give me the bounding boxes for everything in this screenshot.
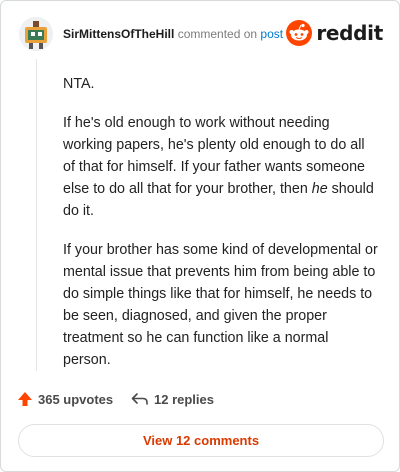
comment-line: treatment so he can function like a norm… (63, 330, 329, 346)
comment-paragraph: NTA. (63, 73, 383, 95)
user-avatar[interactable] (19, 17, 53, 51)
comment-line: person. (63, 352, 111, 368)
thread-line[interactable] (36, 59, 37, 371)
comment-line-with-emphasis: else to do all that for your brother, th… (63, 178, 383, 200)
reddit-logo[interactable]: reddit (286, 19, 383, 47)
reddit-snoo-icon (286, 20, 313, 46)
comment-line: If your brother has some kind of develop… (63, 242, 378, 258)
comment-line: NTA. (63, 76, 95, 92)
comment-line: do it. (63, 203, 94, 219)
reply-arrow-icon (131, 393, 148, 405)
upvote-button[interactable]: 365 upvotes (17, 387, 113, 411)
comment-line: If he's old enough to work without needi… (63, 115, 330, 131)
comment-line: of that for himself. If your father want… (63, 159, 365, 175)
comment-line-text: else to do all that for your brother, th… (63, 181, 312, 197)
replies-button[interactable]: 12 replies (131, 387, 214, 411)
comment-footer: 365 upvotes 12 replies (17, 387, 383, 411)
emphasis-text: he (311, 181, 328, 197)
comment-line: be seen, diagnosed, and given the proper (63, 308, 327, 324)
username-link[interactable]: SirMittensOfTheHill (63, 27, 174, 41)
reply-count: 12 replies (154, 391, 214, 407)
upvote-count: 365 upvotes (38, 391, 114, 407)
comment-byline: SirMittensOfTheHill commented on post (63, 27, 283, 41)
comment-paragraph: If your brother has some kind of develop… (63, 239, 383, 371)
comment-paragraph: If he's old enough to work without needi… (63, 112, 383, 222)
reddit-wordmark: reddit (316, 21, 383, 45)
upvote-arrow-icon (18, 392, 32, 406)
comment-line: mental issue that prevents him from bein… (63, 264, 376, 280)
comment-header: SirMittensOfTheHill commented on post re… (17, 17, 383, 53)
comment-line-tail: should (327, 181, 374, 197)
comment-card: SirMittensOfTheHill commented on post re… (0, 0, 400, 472)
comment-body: NTA. If he's old enough to work without … (63, 73, 383, 388)
avatar-icon (19, 17, 53, 51)
action-text: commented on (177, 27, 258, 41)
post-link[interactable]: post (260, 27, 283, 41)
comment-line: do simple things like that for himself, … (63, 286, 373, 302)
view-comments-button[interactable]: View 12 comments (18, 424, 384, 457)
comment-line: working papers, he's plenty old enough t… (63, 137, 365, 153)
